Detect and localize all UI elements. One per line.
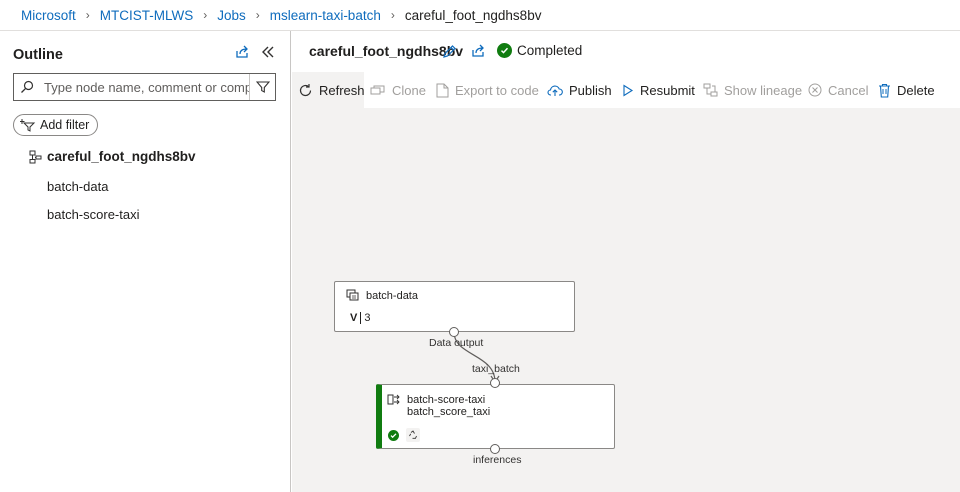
dataset-icon — [346, 289, 359, 302]
port-label-taxi-batch: taxi_batch — [472, 363, 520, 375]
node-batch-score-taxi-title: batch-score-taxi — [387, 393, 485, 406]
node-batch-score-taxi-label: batch-score-taxi — [407, 393, 486, 406]
breadcrumb-jobs[interactable]: Jobs — [217, 8, 246, 23]
delete-button[interactable]: Delete — [878, 72, 935, 108]
outline-root-item[interactable]: careful_foot_ngdhs8bv — [29, 149, 196, 164]
clone-button[interactable]: Clone — [370, 72, 426, 108]
outline-panel: Outline Add filter careful_foot_ngdhs8bv… — [0, 31, 291, 492]
clone-icon — [370, 84, 386, 97]
cloud-upload-icon — [547, 84, 563, 97]
edit-icon[interactable] — [440, 42, 458, 60]
status-badge: Completed — [497, 43, 582, 58]
search-icon — [14, 74, 40, 100]
share-icon[interactable] — [233, 43, 251, 61]
check-circle-icon — [497, 43, 512, 58]
port-data-output[interactable] — [449, 327, 459, 337]
check-circle-icon — [388, 430, 399, 441]
port-taxi-batch[interactable] — [490, 378, 500, 388]
outline-search — [13, 73, 276, 101]
refresh-label: Refresh — [319, 82, 365, 98]
node-batch-data-title: batch-data — [346, 289, 418, 302]
clone-label: Clone — [392, 82, 426, 98]
breadcrumb-experiment[interactable]: mslearn-taxi-batch — [270, 8, 381, 23]
pipeline-canvas[interactable]: batch-data V 3 Data output taxi_batch ba… — [292, 108, 960, 492]
collapse-panel-icon[interactable] — [259, 43, 277, 61]
resubmit-label: Resubmit — [640, 82, 695, 98]
add-filter-label: Add filter — [40, 118, 90, 132]
outline-title: Outline — [13, 47, 63, 63]
version-number: 3 — [364, 312, 371, 324]
breadcrumb: Microsoft › MTCIST-MLWS › Jobs › mslearn… — [0, 0, 960, 31]
chevron-right-icon: › — [85, 8, 90, 22]
add-filter-button[interactable]: Add filter — [13, 114, 99, 136]
outline-root-label: careful_foot_ngdhs8bv — [47, 149, 196, 164]
outline-search-input[interactable] — [40, 74, 249, 100]
component-icon — [387, 393, 400, 406]
publish-label: Publish — [569, 82, 612, 98]
export-to-code-label: Export to code — [455, 82, 539, 98]
cancel-label: Cancel — [828, 82, 869, 98]
port-inferences[interactable] — [490, 444, 500, 454]
pipeline-icon — [29, 150, 42, 164]
cancel-button[interactable]: Cancel — [808, 72, 868, 108]
version-badge-letter: V — [350, 312, 362, 324]
cancel-icon — [808, 83, 822, 97]
refresh-icon — [298, 83, 313, 98]
breadcrumb-current: careful_foot_ngdhs8bv — [404, 7, 542, 23]
play-icon — [622, 84, 634, 97]
version-badge: V 3 — [350, 312, 370, 324]
filter-icon[interactable] — [249, 74, 275, 100]
lineage-icon — [703, 83, 718, 97]
chevron-right-icon: › — [255, 8, 260, 22]
port-label-data-output: Data output — [429, 337, 484, 349]
delete-label: Delete — [897, 82, 935, 98]
publish-button[interactable]: Publish — [547, 72, 612, 108]
share-icon[interactable] — [469, 42, 487, 60]
status-label: Completed — [517, 43, 583, 58]
node-batch-data[interactable]: batch-data V 3 — [334, 281, 575, 332]
node-batch-score-taxi-subtitle: batch_score_taxi — [407, 406, 491, 418]
refresh-button[interactable]: Refresh — [292, 72, 365, 108]
port-label-inferences: inferences — [473, 454, 522, 466]
command-toolbar: Refresh Clone Export to code Publish Res… — [292, 72, 960, 108]
show-lineage-label: Show lineage — [724, 82, 803, 98]
export-to-code-button[interactable]: Export to code — [436, 72, 539, 108]
export-file-icon — [436, 83, 449, 98]
show-lineage-button[interactable]: Show lineage — [703, 72, 802, 108]
node-batch-data-label: batch-data — [366, 289, 418, 302]
resubmit-button[interactable]: Resubmit — [622, 72, 695, 108]
breadcrumb-workspace[interactable]: MTCIST-MLWS — [100, 8, 194, 23]
node-batch-score-taxi[interactable]: batch-score-taxi batch_score_taxi — [376, 384, 615, 449]
outline-item-batch-score-taxi[interactable]: batch-score-taxi — [47, 207, 139, 222]
recycle-icon — [406, 428, 420, 442]
trash-icon — [878, 83, 891, 98]
breadcrumb-microsoft[interactable]: Microsoft — [21, 8, 76, 23]
chevron-right-icon: › — [203, 8, 208, 22]
add-filter-icon — [20, 118, 36, 132]
chevron-right-icon: › — [390, 8, 395, 22]
outline-item-batch-data[interactable]: batch-data — [47, 179, 108, 194]
